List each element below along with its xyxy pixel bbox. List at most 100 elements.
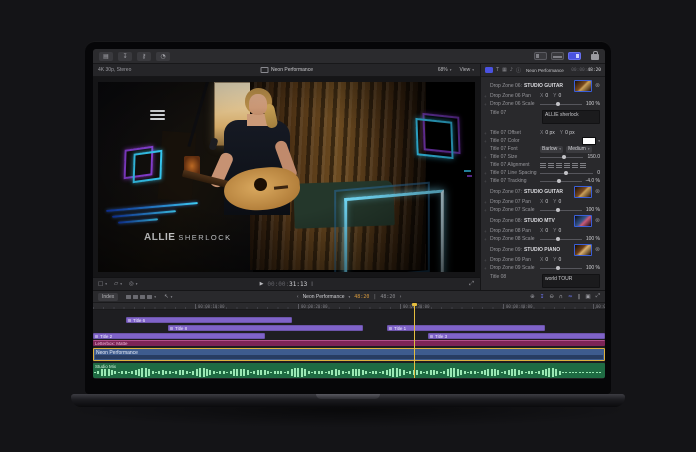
x-value-field[interactable]: 0 [545, 93, 548, 99]
timeline-toggle-button[interactable] [551, 52, 564, 60]
tracking-slider[interactable] [540, 181, 582, 182]
keyframe-icon[interactable]: + [484, 131, 487, 136]
background-tasks-icon[interactable]: ◔ [156, 52, 170, 61]
fullscreen-icon[interactable]: ⤢ [469, 280, 474, 288]
x-value-field[interactable]: 0 [545, 257, 548, 263]
timeline-ruler[interactable]: 00:00:10:00 00:00:20:00 00:00:30:00 00:0… [93, 303, 605, 310]
justify-left-button[interactable] [572, 163, 578, 168]
align-center-button[interactable] [548, 163, 554, 168]
param-value[interactable]: -4.0 % [586, 178, 600, 184]
keyframe-icon[interactable]: + [484, 94, 487, 99]
param-value[interactable]: 100 % [586, 101, 600, 107]
clear-dropzone-icon[interactable]: ⊗ [595, 246, 600, 253]
scale-slider[interactable] [540, 239, 582, 240]
fullscreen-icon[interactable]: ⤢ [596, 293, 600, 300]
font-family-select[interactable]: Barlow ▾ [540, 146, 563, 153]
chevron-down-icon[interactable]: ▾ [171, 295, 173, 299]
browser-toggle-button[interactable] [534, 52, 547, 60]
color-swatch[interactable] [582, 137, 596, 145]
view-dropdown[interactable]: View ▾ [459, 67, 474, 73]
x-value-field[interactable]: 0 [545, 228, 548, 234]
inspector-toggle-button[interactable] [568, 52, 581, 60]
appearance-icon[interactable] [140, 295, 145, 299]
chevron-down-icon[interactable]: ▾ [598, 139, 600, 143]
param-value[interactable]: 100 % [586, 265, 600, 271]
keyframe-icon[interactable]: + [484, 171, 487, 176]
audio-meters-icon[interactable]: ‖ [311, 282, 313, 287]
scale-slider[interactable] [540, 104, 582, 105]
chevron-down-icon[interactable]: ▾ [154, 295, 156, 299]
title-clip[interactable]: Title 1 [387, 325, 545, 331]
justify-right-button[interactable] [580, 163, 586, 168]
keyframe-icon[interactable]: + [484, 208, 487, 213]
tab-audio-inspector[interactable]: ♪ [510, 67, 513, 73]
play-button[interactable]: ▶ [260, 281, 264, 287]
param-value[interactable]: 150.0 [587, 154, 600, 160]
appearance-icon[interactable] [126, 295, 131, 299]
sidebar-icon[interactable]: ▤ [99, 52, 113, 61]
line-spacing-slider[interactable] [540, 173, 593, 174]
appearance-icon[interactable] [133, 295, 138, 299]
y-value-field[interactable]: 0 [558, 93, 561, 99]
align-left-button[interactable] [540, 163, 546, 168]
tab-generator-inspector[interactable]: ▦ [502, 67, 507, 73]
param-value[interactable]: 100 % [586, 236, 600, 242]
dropzone-thumbnail[interactable] [574, 244, 592, 256]
lock-icon[interactable] [591, 54, 599, 60]
keyframe-icon[interactable]: + [484, 200, 487, 205]
tab-video-inspector[interactable] [485, 67, 493, 73]
clear-dropzone-icon[interactable]: ⊗ [595, 188, 600, 195]
title-clip[interactable]: Title 6 [126, 317, 292, 323]
justify-button[interactable] [564, 163, 570, 168]
chevron-down-icon[interactable]: ▾ [349, 295, 351, 299]
title-text-field[interactable]: world TOUR [542, 274, 600, 288]
align-right-button[interactable] [556, 163, 562, 168]
size-slider[interactable] [540, 157, 583, 158]
letterbox-clip[interactable]: Letterbox: Matte [93, 340, 605, 346]
clear-dropzone-icon[interactable]: ⊗ [595, 217, 600, 224]
x-value-field[interactable]: 0 [545, 199, 548, 205]
keyframe-icon[interactable]: + [484, 237, 487, 242]
audio-clip[interactable]: Studio Mix [93, 363, 605, 378]
index-button[interactable]: Index [98, 293, 118, 301]
dropzone-thumbnail[interactable] [574, 215, 592, 227]
distort-tool-button[interactable]: ◎ ▾ [129, 281, 138, 287]
playhead[interactable] [414, 303, 415, 378]
scale-slider[interactable] [540, 210, 582, 211]
tab-title-inspector[interactable]: T [496, 67, 499, 73]
param-value[interactable]: 0 [597, 170, 600, 176]
font-weight-select[interactable]: Medium ▾ [566, 146, 592, 153]
keyframe-icon[interactable]: + [484, 229, 487, 234]
current-timecode[interactable]: 00:00:31:13 [267, 281, 307, 288]
keyframe-icon[interactable]: + [484, 258, 487, 263]
snapping-icon[interactable]: ≈ [568, 294, 573, 300]
crop-tool-button[interactable]: ▱ ▾ [114, 281, 122, 287]
y-value-field[interactable]: 0 [558, 199, 561, 205]
insert-icon[interactable]: ↧ [540, 294, 545, 300]
zoom-level-dropdown[interactable]: 68% ▾ [438, 67, 452, 73]
param-value[interactable]: 100 % [586, 207, 600, 213]
main-video-clip-selected[interactable]: Neon Performance [93, 348, 605, 361]
appearance-icon[interactable] [147, 295, 152, 299]
next-project-icon[interactable]: › [399, 294, 401, 300]
keyframe-icon[interactable]: + [484, 179, 487, 184]
previous-project-icon[interactable]: ‹ [297, 294, 299, 300]
audio-meters-icon[interactable]: ‖ [578, 294, 581, 300]
keyframe-icon[interactable]: + [484, 139, 487, 144]
x-value-field[interactable]: 0 px [545, 130, 554, 136]
keyframe-icon[interactable]: + [484, 266, 487, 271]
timeline-project-name[interactable]: Neon Performance [303, 294, 345, 300]
dropzone-thumbnail[interactable] [574, 186, 592, 198]
video-canvas[interactable]: ALLIE SHERLOCK [98, 82, 475, 272]
overwrite-icon[interactable]: ⊖ [549, 294, 554, 300]
effects-browser-icon[interactable]: ▣ [585, 294, 590, 300]
y-value-field[interactable]: 0 px [565, 130, 574, 136]
title-clip[interactable]: Title 8 [168, 325, 363, 331]
y-value-field[interactable]: 0 [558, 257, 561, 263]
dropzone-thumbnail[interactable] [574, 80, 592, 92]
import-icon[interactable]: ↧ [118, 52, 132, 61]
connect-icon[interactable]: ∩ [559, 294, 563, 300]
clear-dropzone-icon[interactable]: ⊗ [595, 82, 600, 89]
keyframe-icon[interactable]: + [484, 102, 487, 107]
pointer-tool-icon[interactable]: ↖ [164, 294, 169, 300]
